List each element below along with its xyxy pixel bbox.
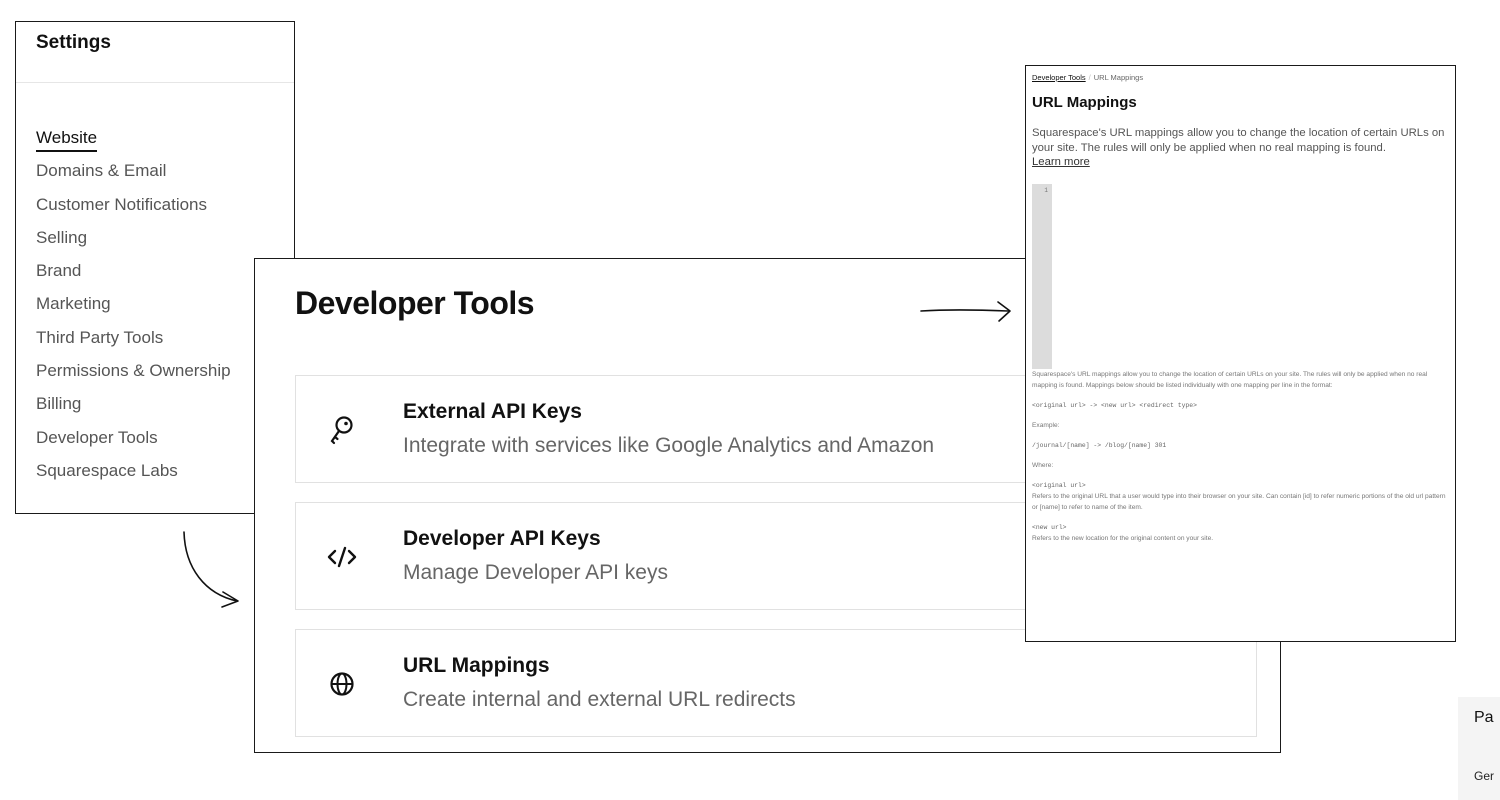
developer-tools-title: Developer Tools — [295, 285, 535, 321]
cropped-page-item[interactable]: Ger — [1474, 769, 1494, 783]
line-number: 1 — [1044, 187, 1048, 194]
settings-item-customer-notifications[interactable]: Customer Notifications — [36, 193, 231, 226]
description-text: Squarespace's URL mappings allow you to … — [1032, 127, 1445, 154]
settings-item-squarespace-labs[interactable]: Squarespace Labs — [36, 459, 231, 492]
help-original-definition: Refers to the original URL that a user w… — [1032, 493, 1446, 511]
curved-arrow-icon — [183, 531, 239, 608]
breadcrumb-current: URL Mappings — [1093, 73, 1144, 82]
learn-more-link[interactable]: Learn more — [1032, 156, 1090, 168]
settings-item-domains-email[interactable]: Domains & Email — [36, 159, 231, 192]
help-original-term: <original url> — [1032, 482, 1086, 489]
card-description: Manage Developer API keys — [403, 561, 668, 584]
settings-title: Settings — [36, 32, 111, 53]
globe-icon — [324, 666, 360, 702]
settings-divider — [16, 82, 294, 83]
url-mappings-title: URL Mappings — [1032, 94, 1137, 111]
settings-item-label: Website — [36, 128, 98, 152]
card-description: Integrate with services like Google Anal… — [403, 434, 935, 457]
card-title: External API Keys — [403, 400, 582, 423]
card-title: URL Mappings — [403, 654, 550, 677]
settings-item-billing[interactable]: Billing — [36, 392, 231, 425]
breadcrumb-link-developer-tools[interactable]: Developer Tools — [1032, 73, 1086, 82]
url-mappings-description: Squarespace's URL mappings allow you to … — [1032, 126, 1450, 170]
settings-item-permissions-ownership[interactable]: Permissions & Ownership — [36, 359, 231, 392]
settings-item-brand[interactable]: Brand — [36, 259, 231, 292]
card-description: Create internal and external URL redirec… — [403, 688, 796, 711]
url-mappings-panel: Developer Tools / URL Mappings URL Mapping… — [1025, 65, 1456, 642]
settings-item-selling[interactable]: Selling — [36, 226, 231, 259]
settings-item-developer-tools[interactable]: Developer Tools — [36, 426, 231, 459]
mappings-editor-gutter[interactable]: 1 — [1032, 184, 1052, 369]
code-icon — [324, 539, 360, 575]
settings-item-website[interactable]: Website — [36, 126, 231, 159]
help-format: <original url> -> <new url> <redirect ty… — [1032, 402, 1197, 409]
arrow-right-icon — [920, 301, 1011, 322]
cropped-page-title: Pa — [1474, 709, 1494, 726]
key-icon — [324, 412, 360, 448]
card-title: Developer API Keys — [403, 527, 601, 550]
mappings-help-text: Squarespace's URL mappings allow you to … — [1032, 369, 1450, 553]
help-new-term: <new url> — [1032, 524, 1067, 531]
help-new-definition: Refers to the new location for the origi… — [1032, 535, 1214, 542]
settings-nav: Website Domains & Email Customer Notific… — [36, 126, 231, 492]
breadcrumb-separator: / — [1088, 73, 1091, 82]
help-example: /journal/[name] -> /blog/[name] 301 — [1032, 442, 1167, 449]
settings-item-marketing[interactable]: Marketing — [36, 292, 231, 325]
breadcrumb: Developer Tools / URL Mappings — [1032, 73, 1143, 82]
card-url-mappings[interactable]: URL Mappings Create internal and externa… — [295, 629, 1257, 737]
settings-item-third-party-tools[interactable]: Third Party Tools — [36, 326, 231, 359]
help-example-label: Example: — [1032, 422, 1060, 429]
help-where-label: Where: — [1032, 462, 1054, 469]
settings-panel: Settings Website Domains & Email Custome… — [15, 21, 295, 514]
cropped-page-panel: Pa Ger — [1458, 697, 1500, 800]
help-intro: Squarespace's URL mappings allow you to … — [1032, 371, 1428, 389]
